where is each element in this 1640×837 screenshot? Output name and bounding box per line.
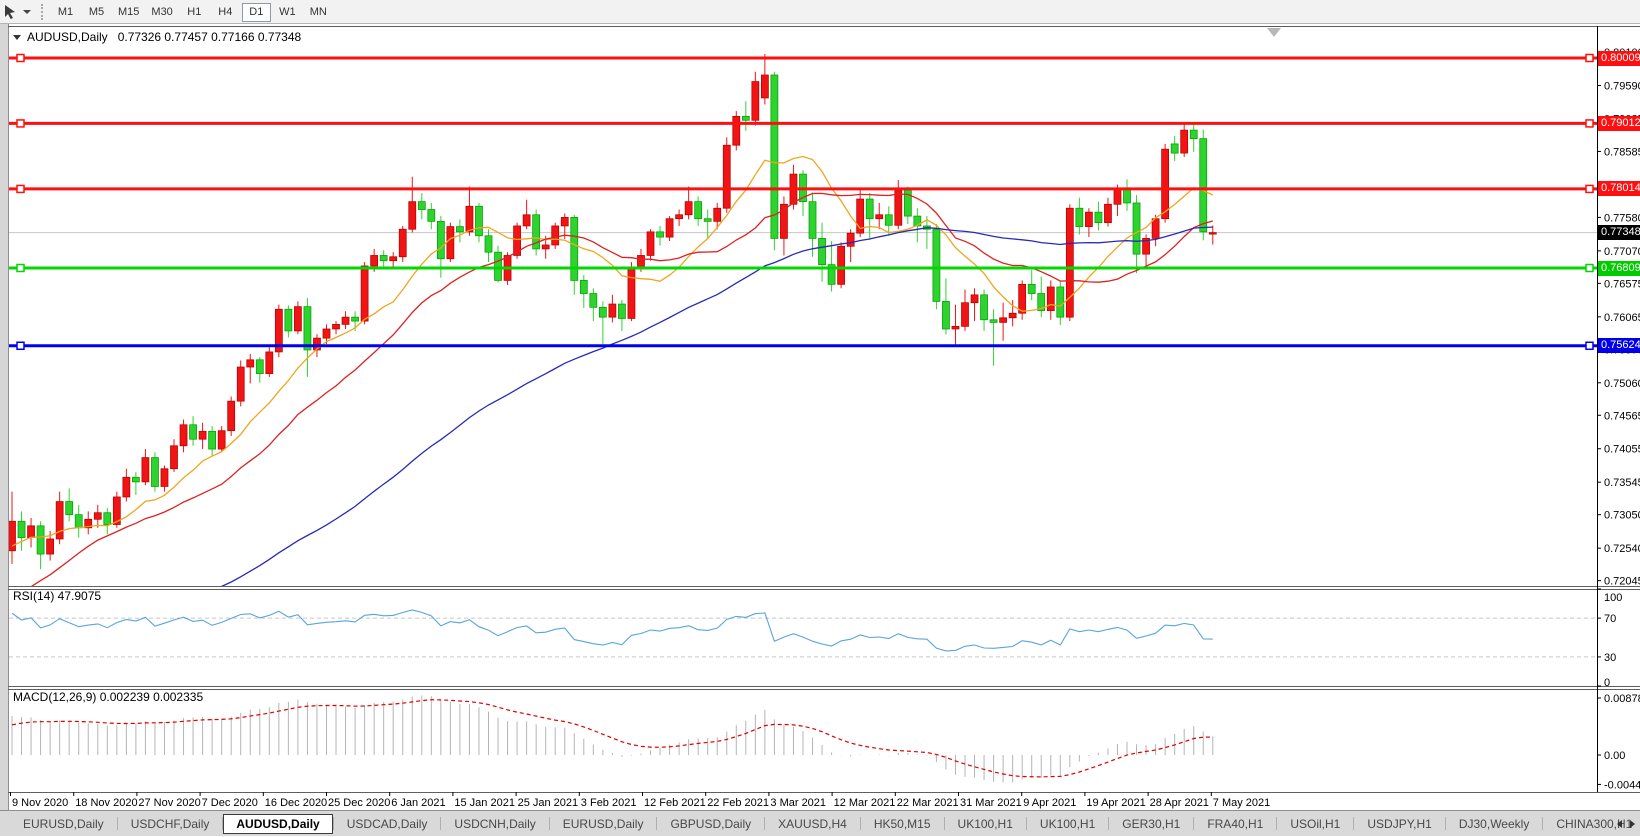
svg-text:19 Apr 2021: 19 Apr 2021 bbox=[1086, 797, 1145, 809]
svg-text:0.76065: 0.76065 bbox=[1604, 312, 1640, 324]
svg-text:0.73545: 0.73545 bbox=[1604, 477, 1640, 489]
svg-text:25 Dec 2020: 25 Dec 2020 bbox=[328, 797, 390, 809]
chart-tab-EURUSD-Daily[interactable]: EURUSD,Daily bbox=[10, 814, 117, 834]
svg-text:25 Jan 2021: 25 Jan 2021 bbox=[518, 797, 579, 809]
svg-text:0.77070: 0.77070 bbox=[1604, 246, 1640, 258]
chart-window: 0.801000.795900.790850.785850.780800.775… bbox=[0, 24, 1640, 810]
chart-tab-USDCAD-Daily[interactable]: USDCAD,Daily bbox=[334, 814, 441, 834]
chart-tab-HK50-M15[interactable]: HK50,M15 bbox=[861, 814, 944, 834]
svg-text:31 Mar 2021: 31 Mar 2021 bbox=[960, 797, 1022, 809]
dropdown-caret-icon bbox=[23, 10, 31, 14]
rsi-indicator-label: RSI(14) 47.9075 bbox=[13, 589, 101, 603]
svg-text:15 Jan 2021: 15 Jan 2021 bbox=[454, 797, 515, 809]
price-tag-0.80009: 0.80009 bbox=[1598, 51, 1640, 66]
svg-text:0.74055: 0.74055 bbox=[1604, 444, 1640, 456]
chart-tab-GER30-H1[interactable]: GER30,H1 bbox=[1109, 814, 1193, 834]
svg-text:0.77580: 0.77580 bbox=[1604, 212, 1640, 224]
svg-text:0.73050: 0.73050 bbox=[1604, 510, 1640, 522]
svg-text:27 Nov 2020: 27 Nov 2020 bbox=[138, 797, 200, 809]
svg-text:0.72540: 0.72540 bbox=[1604, 543, 1640, 555]
chart-tab-GBPUSD-Daily[interactable]: GBPUSD,Daily bbox=[657, 814, 764, 834]
svg-text:18 Nov 2020: 18 Nov 2020 bbox=[75, 797, 137, 809]
timeframe-button-H1[interactable]: H1 bbox=[180, 3, 209, 22]
svg-text:0.008782: 0.008782 bbox=[1604, 693, 1640, 705]
svg-text:6 Jan 2021: 6 Jan 2021 bbox=[391, 797, 445, 809]
svg-text:0.74565: 0.74565 bbox=[1604, 410, 1640, 422]
price-tag-0.78014: 0.78014 bbox=[1598, 181, 1640, 196]
chart-tab-FRA40-H1[interactable]: FRA40,H1 bbox=[1194, 814, 1276, 834]
chart-tab-UK100-H1[interactable]: UK100,H1 bbox=[945, 814, 1026, 834]
chart-tab-USOil-H1[interactable]: USOil,H1 bbox=[1277, 814, 1353, 834]
chart-tab-AUDUSD-Daily[interactable]: AUDUSD,Daily bbox=[223, 814, 332, 834]
timeframe-button-D1[interactable]: D1 bbox=[242, 3, 271, 22]
timeframe-button-W1[interactable]: W1 bbox=[273, 3, 302, 22]
chart-ohlc-quotes: 0.77326 0.77457 0.77166 0.77348 bbox=[118, 30, 302, 44]
svg-text:0.76575: 0.76575 bbox=[1604, 278, 1640, 290]
svg-text:3 Mar 2021: 3 Mar 2021 bbox=[770, 797, 826, 809]
top-toolbar: M1M5M15M30H1H4D1W1MN bbox=[0, 0, 1640, 24]
timeframe-button-MN[interactable]: MN bbox=[304, 3, 333, 22]
collapse-triangle-icon[interactable] bbox=[13, 35, 21, 40]
svg-text:16 Dec 2020: 16 Dec 2020 bbox=[265, 797, 327, 809]
price-tag-0.75624: 0.75624 bbox=[1598, 338, 1640, 353]
svg-text:9 Nov 2020: 9 Nov 2020 bbox=[12, 797, 68, 809]
svg-text:22 Feb 2021: 22 Feb 2021 bbox=[707, 797, 769, 809]
price-tag-0.79012: 0.79012 bbox=[1598, 116, 1640, 131]
svg-text:7 Dec 2020: 7 Dec 2020 bbox=[202, 797, 258, 809]
tab-scroll-arrows bbox=[1617, 811, 1635, 837]
svg-text:22 Mar 2021: 22 Mar 2021 bbox=[897, 797, 959, 809]
svg-text:12 Feb 2021: 12 Feb 2021 bbox=[644, 797, 706, 809]
chart-cursor-icon bbox=[2, 4, 20, 20]
price-chart-canvas[interactable]: 0.801000.795900.790850.785850.780800.775… bbox=[0, 24, 1640, 810]
chart-tab-USDJPY-H1[interactable]: USDJPY,H1 bbox=[1354, 814, 1444, 834]
price-tag-0.76809: 0.76809 bbox=[1598, 261, 1640, 276]
timeframe-button-M30[interactable]: M30 bbox=[146, 3, 177, 22]
svg-text:0.75060: 0.75060 bbox=[1604, 378, 1640, 390]
svg-text:-0.004455: -0.004455 bbox=[1604, 779, 1640, 791]
svg-text:9 Apr 2021: 9 Apr 2021 bbox=[1023, 797, 1076, 809]
chart-title: AUDUSD,Daily 0.77326 0.77457 0.77166 0.7… bbox=[13, 30, 301, 44]
chart-tab-UK100-H1[interactable]: UK100,H1 bbox=[1027, 814, 1108, 834]
svg-text:100: 100 bbox=[1604, 592, 1622, 604]
timeframe-button-M1[interactable]: M1 bbox=[51, 3, 80, 22]
chart-tabs: EURUSD,DailyUSDCHF,DailyAUDUSD,DailyUSDC… bbox=[10, 814, 1640, 834]
svg-text:7 May 2021: 7 May 2021 bbox=[1213, 797, 1270, 809]
toolbar-grip[interactable] bbox=[41, 4, 43, 20]
timeframe-button-M5[interactable]: M5 bbox=[82, 3, 111, 22]
chart-tab-DJ30-Weekly[interactable]: DJ30,Weekly bbox=[1446, 814, 1542, 834]
svg-text:0.72045: 0.72045 bbox=[1604, 576, 1640, 588]
chart-symbol-period: AUDUSD,Daily bbox=[27, 30, 108, 44]
svg-text:0.79590: 0.79590 bbox=[1604, 80, 1640, 92]
timeframe-button-group: M1M5M15M30H1H4D1W1MN bbox=[50, 2, 334, 22]
macd-indicator-label: MACD(12,26,9) 0.002239 0.002335 bbox=[13, 690, 203, 704]
svg-text:70: 70 bbox=[1604, 613, 1616, 625]
svg-text:12 Mar 2021: 12 Mar 2021 bbox=[834, 797, 896, 809]
chart-tab-EURUSD-Daily[interactable]: EURUSD,Daily bbox=[550, 814, 657, 834]
svg-text:28 Apr 2021: 28 Apr 2021 bbox=[1150, 797, 1209, 809]
svg-text:0: 0 bbox=[1604, 677, 1610, 689]
chart-tab-USDCHF-Daily[interactable]: USDCHF,Daily bbox=[118, 814, 223, 834]
scroll-tabs-right-icon[interactable] bbox=[1630, 820, 1635, 828]
price-tag-0.77348: 0.77348 bbox=[1598, 225, 1640, 240]
svg-text:3 Feb 2021: 3 Feb 2021 bbox=[581, 797, 637, 809]
timeframe-button-M15[interactable]: M15 bbox=[113, 3, 144, 22]
chart-tab-bar: EURUSD,DailyUSDCHF,DailyAUDUSD,DailyUSDC… bbox=[0, 810, 1640, 836]
chart-tab-XAUUSD-H4[interactable]: XAUUSD,H4 bbox=[765, 814, 860, 834]
svg-text:30: 30 bbox=[1604, 652, 1616, 664]
scroll-tabs-left-icon[interactable] bbox=[1617, 820, 1622, 828]
chart-tab-USDCNH-Daily[interactable]: USDCNH,Daily bbox=[441, 814, 548, 834]
timeframe-button-H4[interactable]: H4 bbox=[211, 3, 240, 22]
svg-text:0.78585: 0.78585 bbox=[1604, 146, 1640, 158]
chart-tool-button[interactable] bbox=[0, 4, 31, 20]
svg-text:0.00: 0.00 bbox=[1604, 750, 1625, 762]
